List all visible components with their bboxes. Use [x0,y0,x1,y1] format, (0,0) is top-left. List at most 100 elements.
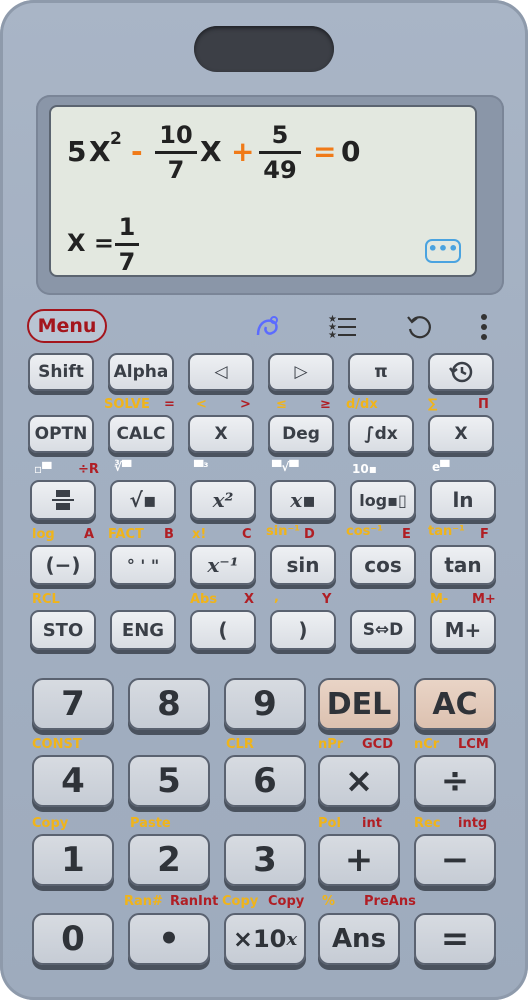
label-equal: = [164,397,175,412]
svg-text:★: ★ [328,330,337,341]
eq-fraction-2: 5 49 [259,121,301,184]
nth-root-icon: ▀√▀ [272,460,299,474]
dms-key[interactable]: ° ' " [110,545,176,585]
label-rec: Rec [414,816,441,831]
list-icon[interactable]: ★ ★ ★ [326,311,358,343]
divide-key[interactable]: ÷ [414,755,496,807]
alpha-key[interactable]: Alpha [108,353,174,391]
power-key[interactable]: x▪ [270,480,336,520]
right-paren-key[interactable]: ) [270,610,336,650]
eq-variable: X [89,135,111,168]
eng-key[interactable]: ENG [110,610,176,650]
digit-4-key[interactable]: 4 [32,755,114,807]
eq-coefficient: 5 [67,135,87,168]
digit-6-key[interactable]: 6 [224,755,306,807]
eq-fraction-2-num: 5 [259,121,301,154]
integral-key[interactable]: ∫dx [348,415,414,453]
bluetooth-link-icon[interactable] [252,311,284,343]
digit-0-key[interactable]: 0 [32,913,114,965]
sin-key[interactable]: sin [270,545,336,585]
digit-7-key[interactable]: 7 [32,678,114,730]
cursor-right-key[interactable]: ▷ [268,353,334,391]
undo-icon[interactable] [404,311,436,343]
memory-plus-key[interactable]: M+ [430,610,496,650]
label-percent: % [322,894,336,909]
equals-key[interactable]: = [414,913,496,965]
history-key[interactable] [428,353,494,391]
eq-exponent: 2 [110,129,122,149]
menu-button[interactable]: Menu [27,309,107,343]
result-lhs: X = [67,229,114,257]
variable-x2-key[interactable]: X [428,415,494,453]
add-key[interactable]: + [318,834,400,886]
decimal-point-key[interactable]: • [128,913,210,965]
sto-key[interactable]: STO [30,610,96,650]
digit-8-key[interactable]: 8 [128,678,210,730]
reciprocal-key[interactable]: x⁻¹ [190,545,256,585]
label-prod: Π [478,397,489,412]
more-vert-icon[interactable] [470,311,502,343]
exp10-base: ×10 [232,925,287,953]
multiply-key[interactable]: × [318,755,400,807]
optn-key[interactable]: OPTN [28,415,94,453]
fraction-icon [52,490,74,510]
pi-key[interactable]: π [348,353,414,391]
s-to-d-key[interactable]: S⇔D [350,610,416,650]
label-atan: tan⁻¹ [428,524,465,539]
deg-key[interactable]: Deg [268,415,334,453]
label-fact: FACT [108,527,144,542]
history-icon [449,361,473,383]
ans-key[interactable]: Ans [318,913,400,965]
lcd-display: 5 X 2 - 10 7 X + 5 49 = 0 X = 1 7 ••• [49,105,477,277]
result-num: 1 [115,213,139,246]
tan-key[interactable]: tan [430,545,496,585]
digit-2-key[interactable]: 2 [128,834,210,886]
speaker-grille [194,26,334,72]
label-ddx: d/dx [346,397,378,412]
label-clr: CLR [226,737,254,752]
label-y: Y [322,592,332,607]
eq-fraction-2-den: 49 [263,156,297,184]
label-sum: ∑ [428,397,438,412]
digit-9-key[interactable]: 9 [224,678,306,730]
eq-rhs: 0 [341,135,361,168]
log-key[interactable]: log▪▯ [350,480,416,520]
label-ranint: RanInt [170,894,219,909]
cursor-left-key[interactable]: ◁ [188,353,254,391]
del-key[interactable]: DEL [318,678,400,730]
exp-e-icon: e▀ [432,460,450,474]
fraction-key[interactable] [30,480,96,520]
subtract-key[interactable]: − [414,834,496,886]
variable-x-key[interactable]: X [188,415,254,453]
label-pol: Pol [318,816,341,831]
mixed-fraction-icon: ▫▀ [34,462,52,476]
cube-root-icon: ∛▀ [114,460,132,474]
label-lt: < [196,397,207,412]
label-copy: Copy [32,816,69,831]
label-mminus: M- [430,592,449,607]
label-factorial: x! [192,527,207,542]
cube-icon: ▀³ [194,460,209,474]
ac-key[interactable]: AC [414,678,496,730]
exp10-key[interactable]: ×10 x [224,913,306,965]
label-npr: nPr [318,737,344,752]
digit-1-key[interactable]: 1 [32,834,114,886]
exp10-exponent: x [286,928,298,950]
calc-key[interactable]: CALC [108,415,174,453]
label-copy-2: Copy [268,894,305,909]
square-key[interactable]: x² [190,480,256,520]
ln-key[interactable]: ln [430,480,496,520]
label-paste: Paste [130,816,171,831]
more-options-button[interactable]: ••• [425,239,461,263]
result-fraction: 1 7 [115,213,139,276]
shift-key[interactable]: Shift [28,353,94,391]
left-paren-key[interactable]: ( [190,610,256,650]
digit-5-key[interactable]: 5 [128,755,210,807]
cos-key[interactable]: cos [350,545,416,585]
label-gcd: GCD [362,737,394,752]
negative-key[interactable]: (−) [30,545,96,585]
label-ran: Ran# [124,894,163,909]
digit-3-key[interactable]: 3 [224,834,306,886]
label-abs: Abs [190,592,218,607]
sqrt-key[interactable]: √▪ [110,480,176,520]
